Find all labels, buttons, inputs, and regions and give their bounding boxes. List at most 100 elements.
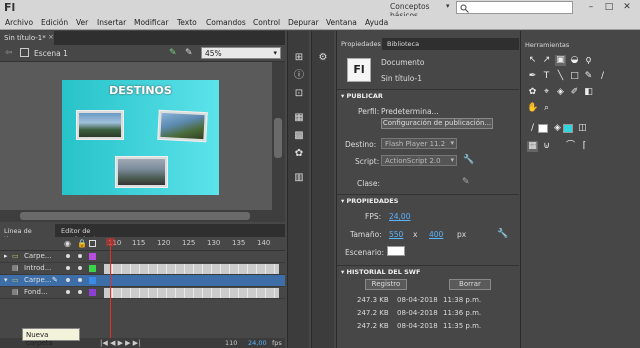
close-tab-icon[interactable]: ×: [48, 33, 54, 41]
subselection-tool-icon[interactable]: ↗: [541, 55, 552, 66]
lock-dot[interactable]: [78, 278, 82, 282]
wrench-icon[interactable]: 🔧: [463, 155, 474, 165]
align-icon[interactable]: ⊞: [292, 51, 306, 65]
height-value[interactable]: 400: [429, 230, 443, 239]
menu-edicion[interactable]: Edición: [41, 18, 68, 27]
lock-dot[interactable]: [78, 290, 82, 294]
pencil-tool-icon[interactable]: ✎: [583, 71, 594, 82]
target-select[interactable]: Flash Player 11.2 ▾: [381, 138, 457, 149]
components-icon[interactable]: ✿: [292, 147, 306, 161]
layer-color[interactable]: [89, 265, 96, 272]
stage-title[interactable]: DESTINOS: [62, 84, 219, 97]
layer-row[interactable]: ▸ ▭ Carpe...: [0, 251, 285, 263]
log-button[interactable]: Registro: [365, 279, 407, 290]
workspace-selector[interactable]: Conceptos básicos: [390, 2, 446, 20]
visibility-dot[interactable]: [66, 254, 70, 258]
frame-cells[interactable]: [104, 264, 279, 274]
smooth-icon[interactable]: ⌒: [565, 141, 576, 152]
lock-dot[interactable]: [78, 266, 82, 270]
lock-dot[interactable]: [78, 254, 82, 258]
minimize-button[interactable]: –: [584, 1, 598, 14]
edit-symbols-icon[interactable]: ✎: [169, 48, 177, 58]
selection-tool-icon[interactable]: ↖: [527, 55, 538, 66]
fill-color-swatch[interactable]: [563, 124, 573, 133]
chevron-down-icon[interactable]: ▾: [446, 2, 450, 10]
layer-color[interactable]: [89, 289, 96, 296]
photo-right[interactable]: [157, 109, 208, 143]
publish-settings-button[interactable]: Configuración de publicación...: [381, 118, 493, 129]
deco-tool-icon[interactable]: ✿: [527, 87, 538, 98]
menu-ayuda[interactable]: Ayuda: [365, 18, 388, 27]
layer-name[interactable]: Carpe...: [24, 276, 51, 284]
back-arrow-icon[interactable]: ⇦: [5, 48, 13, 58]
search-input[interactable]: [456, 1, 573, 14]
stage-horizontal-scrollbar[interactable]: [0, 210, 285, 222]
fill-color-icon[interactable]: ◈: [552, 123, 563, 134]
wrench-icon[interactable]: 🔧: [497, 229, 508, 239]
script-select[interactable]: ActionScript 2.0 ▾: [381, 155, 457, 166]
fps-value[interactable]: 24,00: [389, 212, 410, 221]
swatches-icon[interactable]: ▩: [292, 129, 306, 143]
snap-icon[interactable]: ⊍: [541, 141, 552, 152]
lasso-tool-icon[interactable]: ϙ: [583, 55, 594, 66]
text-tool-icon[interactable]: T: [541, 71, 552, 82]
width-value[interactable]: 550: [389, 230, 403, 239]
lock-icon[interactable]: 🔒: [77, 239, 87, 248]
menu-control[interactable]: Control: [253, 18, 280, 27]
tab-properties[interactable]: Propiedades: [337, 38, 382, 50]
layer-row[interactable]: ▤ Introd...: [0, 263, 285, 275]
edit-scene-icon[interactable]: ✎: [185, 48, 193, 58]
swap-colors-icon[interactable]: ◫: [577, 123, 588, 134]
eyedropper-tool-icon[interactable]: ✐: [569, 87, 580, 98]
transform-icon[interactable]: ⊡: [292, 87, 306, 101]
expand-icon[interactable]: ▾: [4, 276, 8, 284]
visibility-dot[interactable]: [66, 290, 70, 294]
fps-value[interactable]: 24,00: [248, 339, 267, 347]
layer-color[interactable]: [89, 253, 96, 260]
menu-ver[interactable]: Ver: [76, 18, 88, 27]
section-swf-history[interactable]: ▾ HISTORIAL DEL SWF: [337, 265, 519, 276]
menu-comandos[interactable]: Comandos: [206, 18, 246, 27]
layer-name[interactable]: Carpe...: [24, 252, 51, 260]
visibility-dot[interactable]: [66, 278, 70, 282]
zoom-select[interactable]: 45% ▾: [201, 47, 281, 59]
tab-motion-editor[interactable]: Editor de movimiento: [57, 224, 127, 243]
menu-ventana[interactable]: Ventana: [326, 18, 357, 27]
frame-cells[interactable]: [104, 288, 279, 298]
free-transform-tool-icon[interactable]: ▣: [555, 55, 566, 66]
pen-tool-icon[interactable]: ✒: [527, 71, 538, 82]
stage-vertical-scrollbar[interactable]: [272, 62, 285, 210]
stage-canvas[interactable]: DESTINOS: [62, 80, 219, 195]
menu-texto[interactable]: Texto: [177, 18, 197, 27]
layer-row-selected[interactable]: ▾ ▭ Carpe... ✎: [0, 275, 285, 287]
stroke-color-icon[interactable]: ∕: [527, 123, 538, 134]
playhead-handle[interactable]: [106, 238, 115, 246]
expand-icon[interactable]: ▸: [4, 252, 8, 260]
hand-tool-icon[interactable]: ✋: [527, 103, 538, 114]
object-drawing-icon[interactable]: ▦: [527, 141, 538, 152]
line-tool-icon[interactable]: ╲: [555, 71, 566, 82]
rectangle-tool-icon[interactable]: □: [569, 71, 580, 82]
menu-modificar[interactable]: Modificar: [134, 18, 168, 27]
photo-left[interactable]: [76, 110, 124, 140]
info-icon[interactable]: ⓘ: [292, 69, 306, 83]
scroll-thumb[interactable]: [274, 118, 282, 158]
playhead[interactable]: [110, 238, 111, 348]
photo-bottom[interactable]: [115, 156, 168, 188]
3d-rotation-tool-icon[interactable]: ◒: [569, 55, 580, 66]
document-tab[interactable]: Sin título-1*: [0, 31, 54, 45]
playback-controls[interactable]: |◀ ◀ ▶ ▶ ▶|: [100, 339, 141, 347]
maximize-button[interactable]: □: [602, 1, 616, 14]
straighten-icon[interactable]: ⌈: [579, 141, 590, 152]
tools-tab[interactable]: Herramientas: [521, 39, 571, 51]
tab-timeline[interactable]: Línea de tiempo: [0, 224, 55, 243]
scroll-thumb[interactable]: [20, 212, 250, 220]
visibility-dot[interactable]: [66, 266, 70, 270]
menu-depurar[interactable]: Depurar: [288, 18, 319, 27]
tab-library[interactable]: Biblioteca: [383, 38, 423, 50]
section-properties[interactable]: ▾ PROPIEDADES: [337, 194, 519, 205]
layer-row[interactable]: ▤ Fond...: [0, 287, 285, 299]
clear-button[interactable]: Borrar: [449, 279, 491, 290]
menu-insertar[interactable]: Insertar: [97, 18, 126, 27]
eye-icon[interactable]: ◉: [64, 239, 71, 248]
